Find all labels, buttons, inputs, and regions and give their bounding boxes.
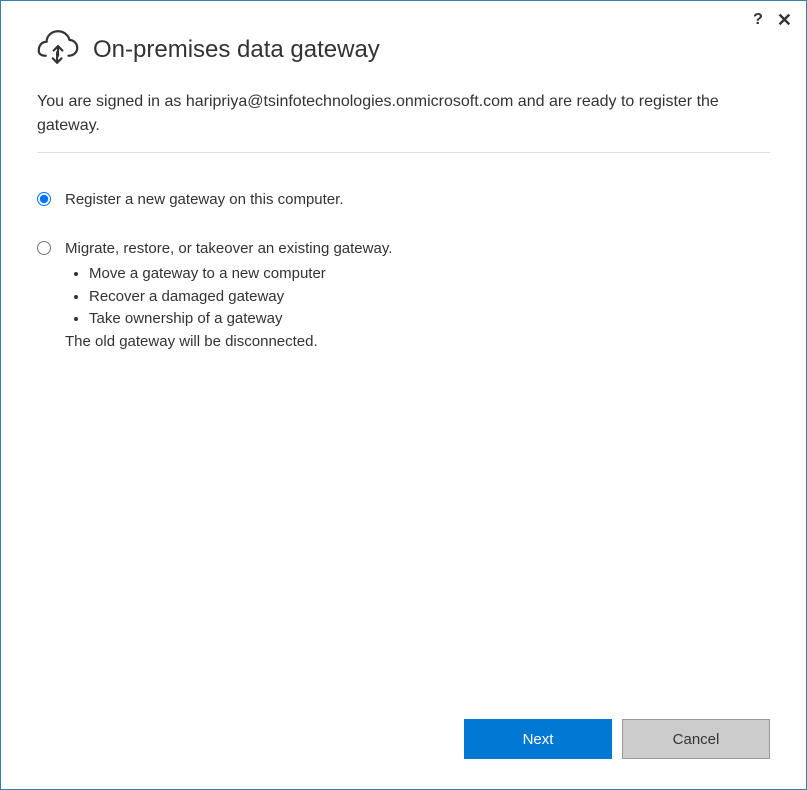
main-content: On-premises data gateway You are signed … [1, 1, 806, 350]
close-icon[interactable]: ✕ [777, 11, 792, 29]
option-migrate: Migrate, restore, or takeover an existin… [37, 238, 770, 350]
next-button[interactable]: Next [464, 719, 612, 759]
cloud-sync-icon [37, 29, 79, 70]
gateway-setup-window: ? ✕ On-premises data gateway You are sig… [0, 0, 807, 790]
migrate-note: The old gateway will be disconnected. [65, 333, 392, 350]
page-title: On-premises data gateway [93, 36, 380, 64]
option-register[interactable]: Register a new gateway on this computer. [37, 189, 770, 210]
label-migrate[interactable]: Migrate, restore, or takeover an existin… [65, 240, 392, 257]
gateway-options: Register a new gateway on this computer.… [37, 189, 770, 350]
help-icon[interactable]: ? [753, 11, 763, 29]
bullet-takeover: Take ownership of a gateway [89, 308, 392, 331]
migrate-details: Move a gateway to a new computer Recover… [65, 263, 392, 350]
radio-register[interactable] [37, 192, 51, 206]
title-row: On-premises data gateway [37, 29, 770, 70]
migrate-bullets: Move a gateway to a new computer Recover… [65, 263, 392, 331]
cancel-button[interactable]: Cancel [622, 719, 770, 759]
footer-buttons: Next Cancel [464, 719, 770, 759]
bullet-recover: Recover a damaged gateway [89, 286, 392, 309]
bullet-move: Move a gateway to a new computer [89, 263, 392, 286]
radio-migrate[interactable] [37, 241, 51, 255]
signin-status: You are signed in as haripriya@tsinfotec… [37, 90, 770, 153]
window-controls: ? ✕ [753, 11, 792, 29]
label-register: Register a new gateway on this computer. [65, 189, 343, 210]
